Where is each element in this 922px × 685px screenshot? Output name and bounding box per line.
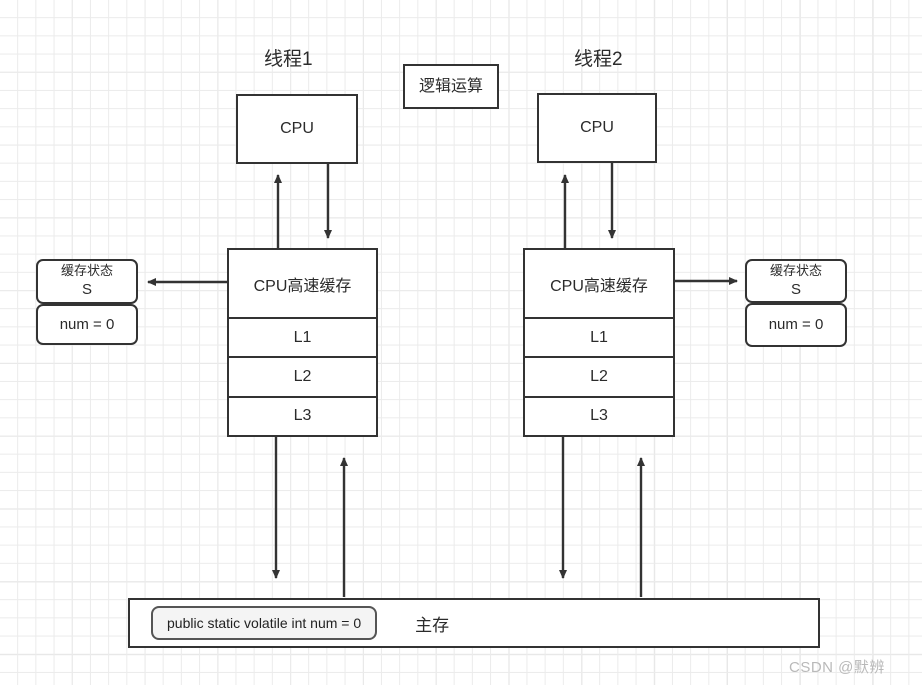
cache-num-box-thread1[interactable]: num = 0 bbox=[36, 304, 138, 345]
cache-level-l2-thread2: L2 bbox=[525, 358, 673, 398]
cache-status-box-thread2[interactable]: 缓存状态 S bbox=[745, 259, 847, 303]
cache-status-title-thread2: 缓存状态 bbox=[769, 262, 822, 278]
logic-operation-box[interactable]: 逻辑运算 bbox=[403, 64, 499, 109]
cache-level-l1-thread2: L1 bbox=[525, 319, 673, 359]
cache-stack-thread1[interactable]: CPU高速缓存 L1 L2 L3 bbox=[227, 248, 378, 437]
thread1-title: 线程1 bbox=[264, 49, 313, 70]
cache-header-thread1: CPU高速缓存 bbox=[229, 250, 376, 319]
cpu-box-thread1[interactable]: CPU bbox=[236, 94, 358, 164]
cache-status-box-thread1[interactable]: 缓存状态 S bbox=[36, 259, 138, 304]
cache-header-thread2: CPU高速缓存 bbox=[525, 250, 673, 319]
memory-variable-chip[interactable]: public static volatile int num = 0 bbox=[151, 606, 378, 640]
cpu-box-thread2[interactable]: CPU bbox=[537, 93, 657, 163]
main-memory-label: 主存 bbox=[415, 615, 450, 635]
thread2-title: 线程2 bbox=[574, 49, 623, 70]
cache-status-title-thread1: 缓存状态 bbox=[60, 263, 113, 279]
cache-level-l2-thread1: L2 bbox=[229, 358, 376, 398]
diagram-canvas: 线程1 线程2 逻辑运算 CPU CPU CPU高速缓存 L1 L2 L3 CP… bbox=[0, 0, 922, 685]
cache-stack-thread2[interactable]: CPU高速缓存 L1 L2 L3 bbox=[523, 248, 675, 437]
cache-level-l3-thread2: L3 bbox=[590, 407, 608, 425]
cache-status-value-thread2: S bbox=[790, 280, 801, 298]
csdn-watermark: CSDN @默辨 bbox=[789, 659, 885, 676]
cache-level-l3-thread1: L3 bbox=[293, 407, 312, 425]
cache-num-box-thread2[interactable]: num = 0 bbox=[745, 303, 847, 347]
main-memory-bar[interactable]: public static volatile int num = 0 主存 bbox=[128, 598, 820, 648]
cache-level-l1-thread1: L1 bbox=[229, 319, 376, 359]
cache-status-value-thread1: S bbox=[81, 281, 92, 299]
